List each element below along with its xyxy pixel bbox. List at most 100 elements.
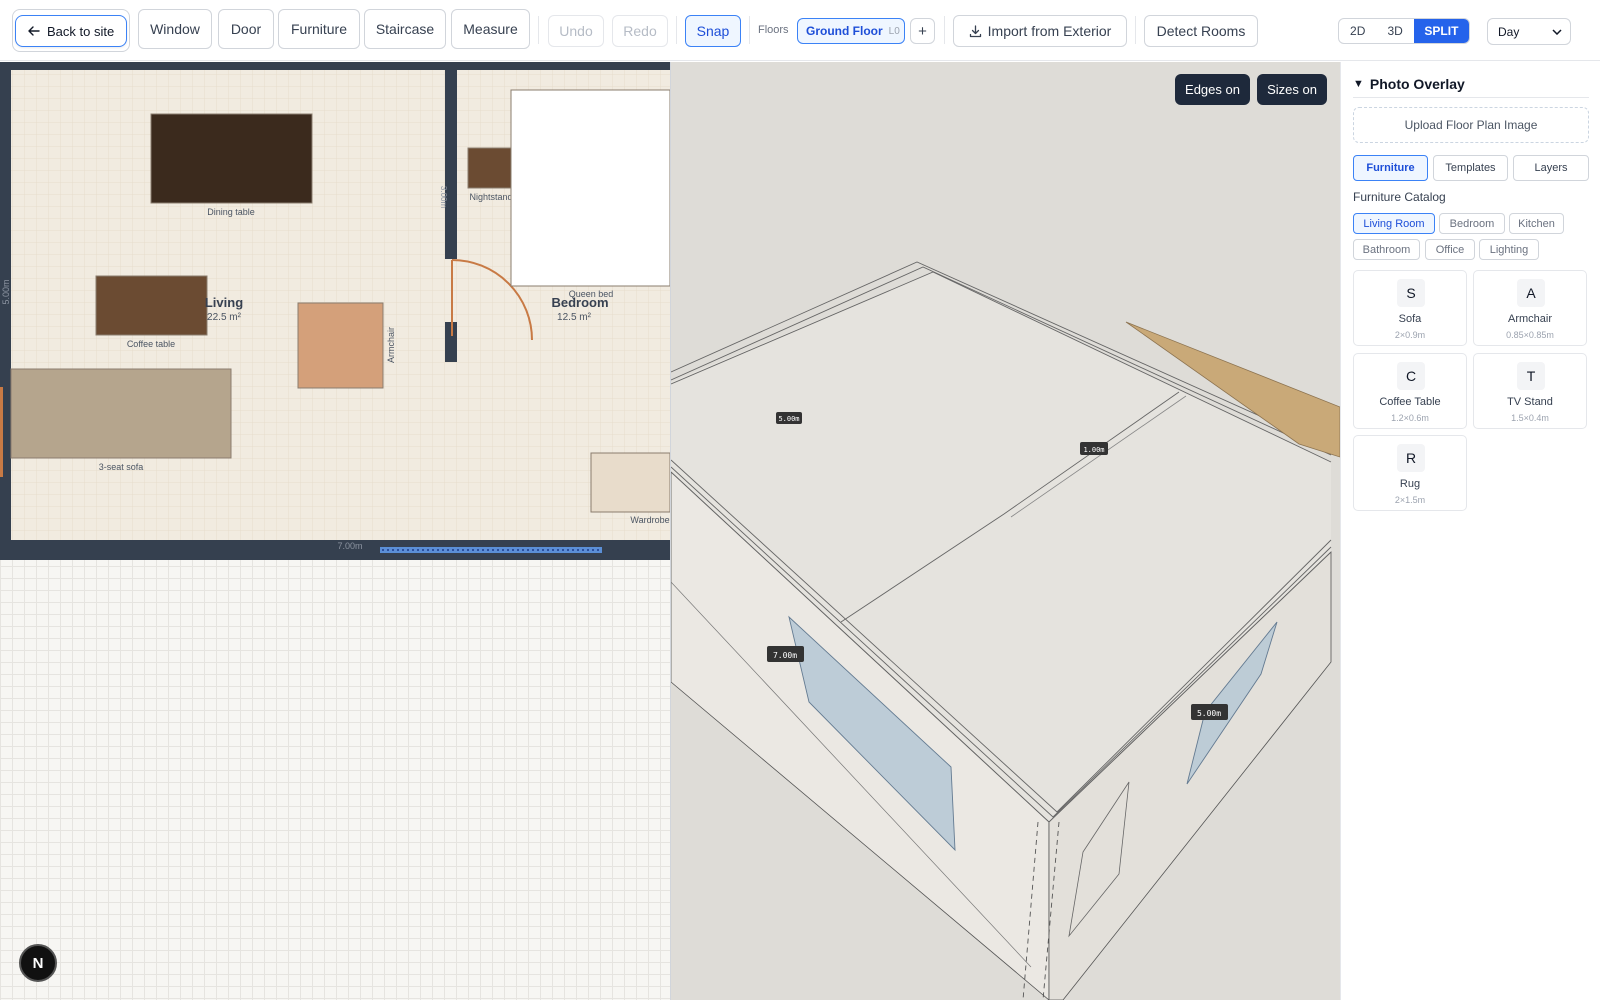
view-2d-button[interactable]: 2D (1339, 19, 1376, 43)
toolbar-divider (749, 16, 750, 44)
catalog-item-armchair[interactable]: A Armchair 0.85×0.85m (1473, 270, 1587, 346)
catalog-item-dims: 2×1.5m (1394, 495, 1426, 505)
tab-furniture[interactable]: Furniture (1353, 155, 1428, 181)
view-mode-toggle: 2D 3D SPLIT (1338, 18, 1470, 44)
exterior-door[interactable] (0, 387, 3, 477)
tool-staircase-button[interactable]: Staircase (364, 9, 446, 49)
width-dimension-label: 7.00m (337, 541, 362, 551)
undo-button[interactable]: Undo (548, 15, 604, 47)
tool-door-button[interactable]: Door (218, 9, 274, 49)
tab-templates[interactable]: Templates (1433, 155, 1508, 181)
coffee-table-label: Coffee table (127, 339, 175, 349)
upload-floor-plan-button[interactable]: Upload Floor Plan Image (1353, 107, 1589, 143)
catalog-item-dims: 0.85×0.85m (1506, 330, 1554, 340)
height-dimension-label: 5.00m (1, 279, 11, 304)
coffee-table-thumbnail: C (1397, 362, 1425, 390)
partition-dimension-label: 3.00m (439, 186, 448, 209)
catalog-item-name: Coffee Table (1379, 396, 1441, 408)
catalog-item-sofa[interactable]: S Sofa 2×0.9m (1353, 270, 1467, 346)
photo-overlay-title: Photo Overlay (1369, 76, 1465, 92)
dining-table-label: Dining table (207, 207, 255, 217)
category-kitchen[interactable]: Kitchen (1509, 213, 1564, 234)
collapse-triangle-icon: ▼ (1353, 78, 1364, 90)
living-room-name: Living (205, 295, 243, 310)
section-divider (1353, 97, 1589, 98)
time-of-day-select[interactable]: Day (1487, 18, 1571, 45)
category-bedroom[interactable]: Bedroom (1439, 213, 1505, 234)
armchair-label: Armchair (386, 327, 396, 363)
sofa-thumbnail: S (1397, 279, 1425, 307)
armchair-thumbnail: A (1517, 279, 1545, 307)
app-badge[interactable]: N (19, 944, 57, 982)
nightstand-label: Nightstand (469, 192, 512, 202)
top-toolbar: Back to site Window Door Furniture Stair… (0, 0, 1600, 61)
catalog-item-dims: 2×0.9m (1394, 330, 1426, 340)
back-to-site-label: Back to site (47, 23, 115, 39)
floor-plan-svg: Dining table Coffee table 3-seat sofa Ar… (0, 62, 670, 560)
dining-table[interactable] (150, 113, 313, 204)
import-from-exterior-label: Import from Exterior (987, 23, 1112, 39)
armchair[interactable] (297, 302, 384, 389)
bedroom-name: Bedroom (551, 295, 608, 310)
partition-wall[interactable] (445, 70, 457, 259)
category-office[interactable]: Office (1425, 239, 1475, 260)
floor-name: Ground Floor (806, 24, 883, 38)
toolbar-divider (538, 16, 539, 44)
floor-selector[interactable]: Ground Floor L0 (797, 18, 905, 44)
category-lighting[interactable]: Lighting (1479, 239, 1539, 260)
back-to-site-button[interactable]: Back to site (15, 15, 127, 47)
import-from-exterior-button[interactable]: Import from Exterior (953, 15, 1127, 47)
furniture-catalog-title: Furniture Catalog (1353, 190, 1446, 204)
toolbar-divider (676, 16, 677, 44)
catalog-item-tv-stand[interactable]: T TV Stand 1.5×0.4m (1473, 353, 1587, 429)
toolbar-divider (1135, 16, 1136, 44)
tool-furniture-button[interactable]: Furniture (278, 9, 360, 49)
catalog-item-rug[interactable]: R Rug 2×1.5m (1353, 435, 1467, 511)
redo-button[interactable]: Redo (612, 15, 668, 47)
bedroom-area: 12.5 m² (557, 312, 592, 323)
catalog-item-name: Armchair (1507, 313, 1552, 325)
coffee-table[interactable] (95, 275, 208, 336)
floors-label: Floors (758, 24, 789, 36)
nightstand[interactable] (467, 147, 515, 189)
tab-layers[interactable]: Layers (1513, 155, 1589, 181)
catalog-item-dims: 1.2×0.6m (1391, 413, 1429, 423)
tool-measure-button[interactable]: Measure (451, 9, 530, 49)
right-sidebar: ▼ Photo Overlay Upload Floor Plan Image … (1340, 62, 1600, 1000)
tool-window-button[interactable]: Window (138, 9, 212, 49)
view-split-button[interactable]: SPLIT (1413, 19, 1469, 43)
add-floor-button[interactable]: + (910, 18, 935, 44)
time-of-day-value: Day (1498, 24, 1520, 39)
queen-bed[interactable] (510, 89, 670, 287)
category-bathroom[interactable]: Bathroom (1353, 239, 1420, 260)
view-3d-button[interactable]: 3D (1376, 19, 1413, 43)
edges-toggle-button[interactable]: Edges on (1175, 74, 1250, 105)
rug-thumbnail: R (1397, 444, 1425, 472)
photo-overlay-header[interactable]: ▼ Photo Overlay (1353, 76, 1465, 92)
viewport-3d[interactable]: 5.00m 1.00m 7.00m 5.00m Edges on Sizes o… (671, 62, 1340, 1000)
three-seat-sofa[interactable] (10, 368, 232, 459)
size-label-front-left: 7.00m (773, 651, 797, 660)
catalog-item-coffee-table[interactable]: C Coffee Table 1.2×0.6m (1353, 353, 1467, 429)
sizes-toggle-button[interactable]: Sizes on (1257, 74, 1327, 105)
floor-level: L0 (888, 25, 900, 37)
catalog-item-name: Sofa (1398, 313, 1422, 325)
catalog-item-dims: 1.5×0.4m (1511, 413, 1549, 423)
living-room-area: 22.5 m² (207, 312, 242, 323)
sofa-label: 3-seat sofa (99, 462, 144, 472)
catalog-item-name: Rug (1399, 478, 1421, 490)
catalog-item-name: TV Stand (1507, 396, 1553, 408)
tv-stand-thumbnail: T (1517, 362, 1545, 390)
download-icon (969, 24, 981, 37)
snap-toggle[interactable]: Snap (685, 15, 741, 47)
size-label-partition: 1.00m (1083, 446, 1104, 454)
floor-plan-2d-canvas[interactable]: Dining table Coffee table 3-seat sofa Ar… (0, 62, 670, 1000)
size-label-front-right: 5.00m (1197, 709, 1221, 718)
chevron-down-icon (1552, 28, 1562, 35)
model-3d-svg: 5.00m 1.00m 7.00m 5.00m (671, 261, 1340, 1000)
category-living-room[interactable]: Living Room (1353, 213, 1435, 234)
detect-rooms-button[interactable]: Detect Rooms (1144, 15, 1258, 47)
wardrobe-label: Wardrobe (630, 515, 669, 525)
wardrobe[interactable] (590, 452, 670, 513)
size-label-top: 5.00m (778, 415, 799, 423)
